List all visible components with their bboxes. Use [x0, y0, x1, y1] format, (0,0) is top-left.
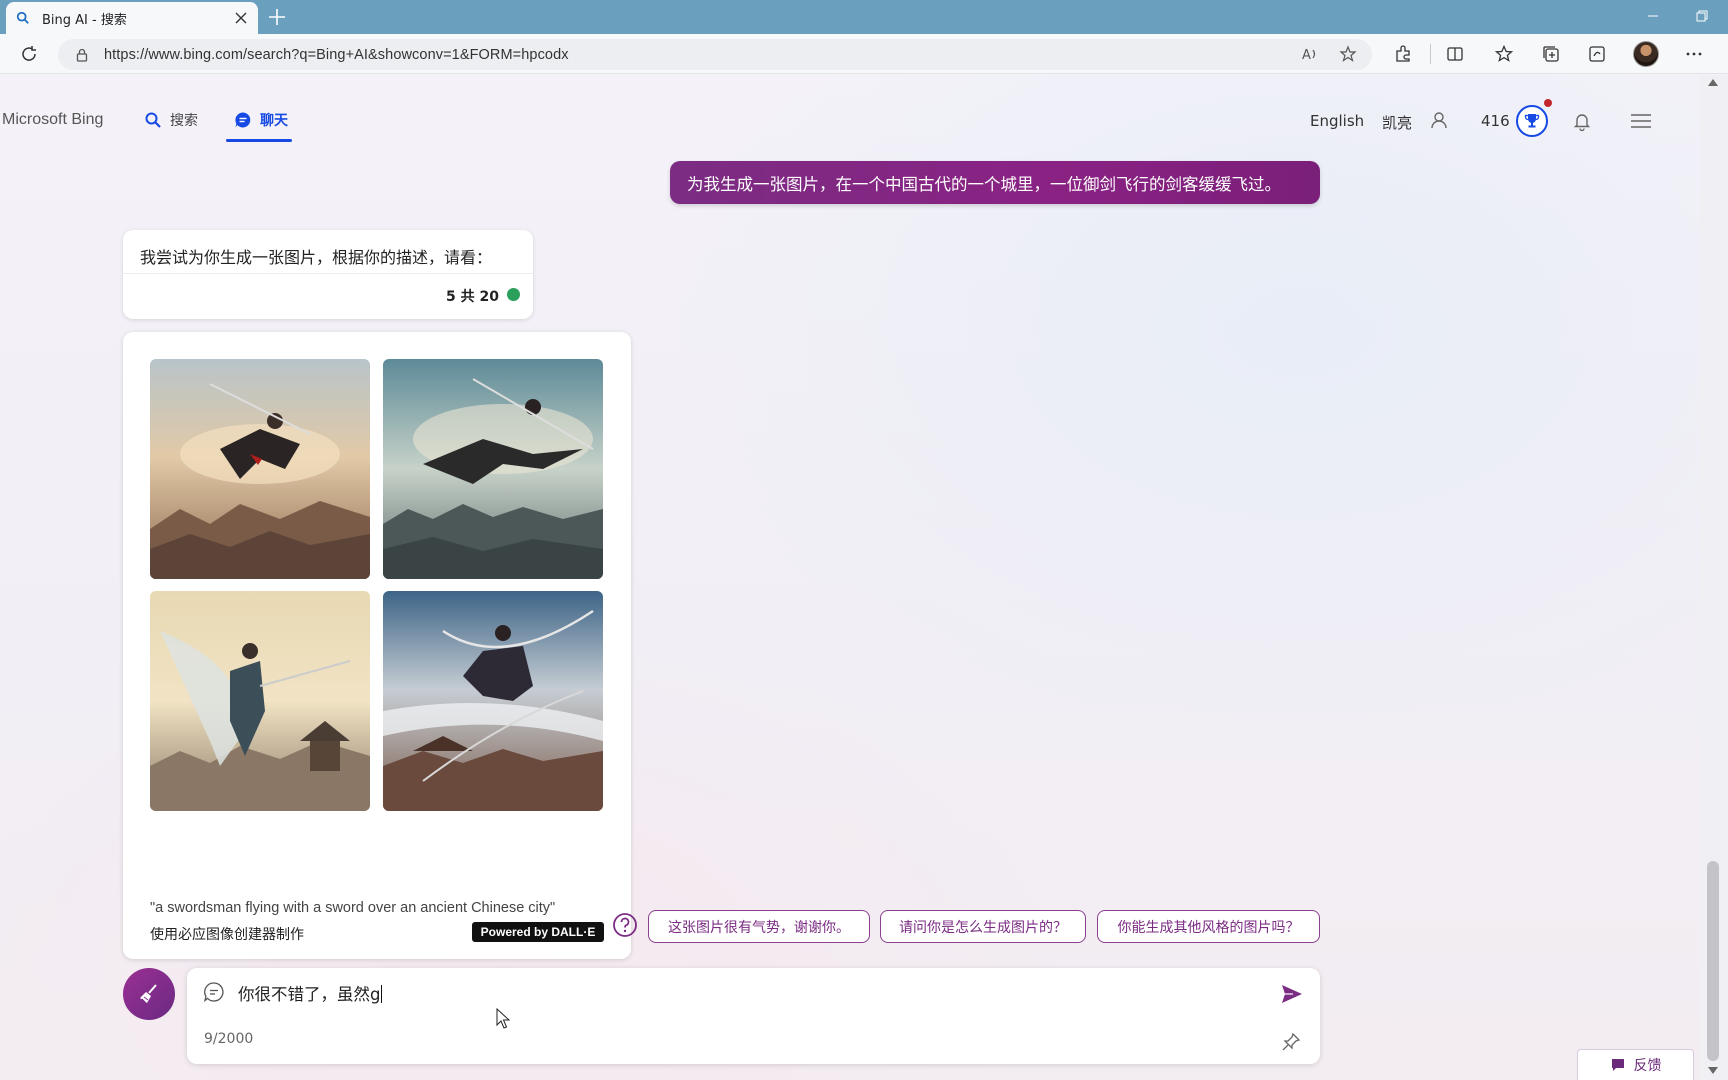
feedback-icon	[1611, 1059, 1624, 1071]
divider	[123, 273, 533, 274]
suggestion-chip[interactable]: 你能生成其他风格的图片吗？	[1097, 910, 1320, 943]
address-bar[interactable]: https://www.bing.com/search?q=Bing+AI&sh…	[58, 39, 1372, 70]
bot-message: 我尝试为你生成一张图片，根据你的描述，请看： 5 共 20	[123, 230, 533, 319]
favorites-icon[interactable]	[1494, 44, 1514, 64]
collections-icon[interactable]	[1541, 44, 1561, 64]
feedback-label: 反馈	[1633, 1058, 1662, 1074]
pin-icon[interactable]	[1281, 1032, 1301, 1052]
bot-message-text: 我尝试为你生成一张图片，根据你的描述，请看：	[140, 248, 493, 267]
more-options-icon[interactable]	[1684, 44, 1704, 64]
close-icon[interactable]	[234, 11, 248, 25]
new-topic-button[interactable]	[123, 968, 175, 1020]
brand-logo[interactable]: Microsoft Bing	[2, 111, 103, 129]
new-tab-icon[interactable]	[266, 6, 288, 28]
generated-image[interactable]	[383, 359, 603, 579]
generated-image[interactable]	[383, 591, 603, 811]
rewards-trophy-icon[interactable]	[1516, 105, 1548, 137]
toolbar-separator	[1430, 44, 1431, 64]
generated-images-card: "a swordsman flying with a sword over an…	[123, 332, 631, 959]
suggestion-chip[interactable]: 这张图片很有气势，谢谢你。	[648, 910, 870, 943]
suggestion-chip-label: 这张图片很有气势，谢谢你。	[668, 919, 850, 936]
scroll-up-arrow-icon[interactable]	[1708, 79, 1718, 86]
hamburger-menu-icon[interactable]	[1629, 109, 1653, 133]
suggestion-chip-label: 请问你是怎么生成图片的？	[899, 919, 1067, 936]
user-message: 为我生成一张图片，在一个中国古代的一个城里，一位御剑飞行的剑客缓缓飞过。	[670, 161, 1320, 204]
nav-search[interactable]: 搜索	[144, 105, 198, 135]
extensions-icon[interactable]	[1393, 44, 1413, 64]
restore-icon[interactable]	[1694, 8, 1710, 24]
text-caret	[381, 985, 383, 1003]
generated-image[interactable]	[150, 591, 370, 811]
minimize-icon[interactable]	[1645, 8, 1661, 24]
status-indicator	[507, 288, 520, 301]
url-text: https://www.bing.com/search?q=Bing+AI&sh…	[104, 46, 569, 63]
add-favorite-icon[interactable]	[1339, 45, 1357, 63]
mouse-cursor-icon	[496, 1008, 511, 1029]
nav-search-label: 搜索	[170, 113, 198, 129]
scroll-down-arrow-icon[interactable]	[1708, 1067, 1718, 1074]
browser-titlebar: Bing AI - 搜索	[0, 0, 1728, 34]
chat-input-value: 你很不错了，虽然g	[238, 985, 381, 1004]
search-icon	[16, 11, 29, 24]
nav-chat[interactable]: 聊天	[234, 105, 288, 135]
lock-icon	[76, 48, 88, 62]
search-icon	[145, 112, 161, 128]
generated-image[interactable]	[150, 359, 370, 579]
browser-essentials-icon[interactable]	[1587, 44, 1607, 64]
send-icon[interactable]	[1279, 981, 1305, 1007]
image-creator-link[interactable]: 使用必应图像创建器制作	[150, 924, 304, 944]
page-scrollbar[interactable]	[1700, 75, 1728, 1080]
image-prompt: "a swordsman flying with a sword over an…	[150, 900, 556, 916]
suggestion-chip[interactable]: 请问你是怎么生成图片的？	[880, 910, 1086, 943]
tab-title: Bing AI - 搜索	[42, 12, 127, 28]
svg-text:A: A	[1302, 48, 1311, 63]
bing-chat-page: Microsoft Bing 搜索 聊天 English 凯亮 416 为我生成…	[0, 75, 1700, 1080]
user-name[interactable]: 凯亮	[1382, 112, 1412, 133]
nav-active-indicator	[226, 139, 292, 142]
scroll-thumb[interactable]	[1707, 861, 1719, 1061]
broom-icon	[140, 984, 157, 1003]
dalle-badge: Powered by DALL·E	[472, 922, 604, 942]
chat-bubble-icon	[203, 982, 224, 1003]
chat-input-field[interactable]: 你很不错了，虽然g	[238, 981, 383, 1005]
profile-avatar[interactable]	[1633, 41, 1659, 67]
notification-dot	[1544, 99, 1552, 107]
chat-icon	[235, 112, 251, 128]
turn-counter: 5 共 20	[446, 289, 499, 305]
suggestion-chip-label: 你能生成其他风格的图片吗？	[1117, 919, 1300, 936]
feedback-button[interactable]: 反馈	[1577, 1049, 1694, 1080]
browser-tab[interactable]: Bing AI - 搜索	[6, 2, 258, 34]
browser-toolbar: https://www.bing.com/search?q=Bing+AI&sh…	[0, 34, 1728, 74]
user-message-text: 为我生成一张图片，在一个中国古代的一个城里，一位御剑飞行的剑客缓缓飞过。	[687, 174, 1281, 194]
chat-input-box[interactable]: 你很不错了，虽然g 9/2000	[187, 968, 1320, 1064]
bell-icon[interactable]	[1571, 110, 1593, 132]
help-icon[interactable]	[612, 912, 638, 938]
nav-chat-label: 聊天	[260, 113, 288, 129]
reward-points[interactable]: 416	[1481, 112, 1510, 130]
refresh-icon[interactable]	[19, 44, 39, 64]
read-aloud-icon[interactable]: A	[1301, 45, 1319, 63]
user-icon[interactable]	[1428, 109, 1450, 131]
char-counter: 9/2000	[204, 1031, 254, 1047]
split-screen-icon[interactable]	[1445, 44, 1465, 64]
language-toggle[interactable]: English	[1310, 112, 1364, 130]
